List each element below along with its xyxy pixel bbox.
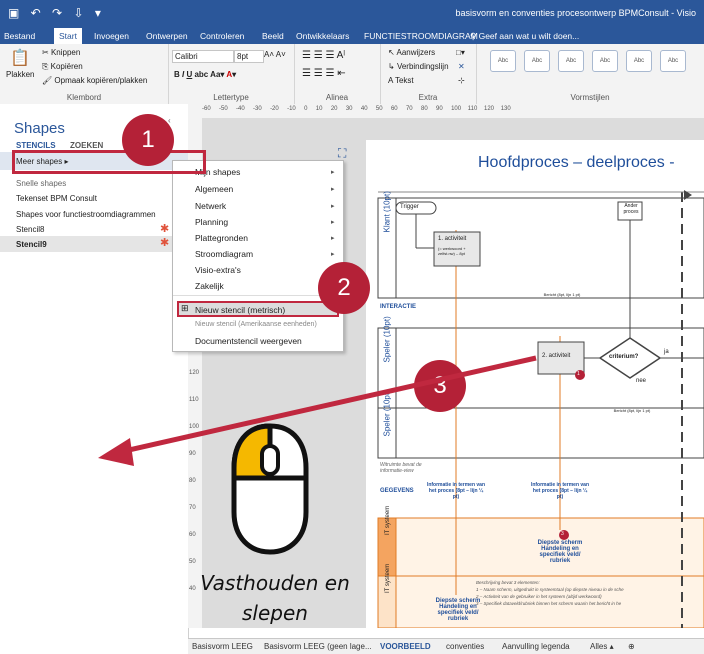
sheet-tab-basisvorm-leeg-2[interactable]: Basisvorm LEEG (geen lage... — [264, 642, 372, 651]
add-sheet-icon[interactable]: ⊕ — [628, 642, 635, 651]
sheet-tab-conventies[interactable]: conventies — [446, 642, 484, 651]
sheet-tab-basisvorm-leeg[interactable]: Basisvorm LEEG — [192, 642, 253, 651]
sheet-tab-aanvulling[interactable]: Aanvulling legenda — [502, 642, 570, 651]
drag-arrow-line — [119, 355, 537, 455]
drag-caption-line-1: Vasthouden en — [200, 571, 350, 595]
drag-arrow — [98, 355, 537, 466]
drag-arrow-head — [98, 438, 134, 466]
sheet-tabs-bar: Basisvorm LEEG Basisvorm LEEG (geen lage… — [188, 638, 704, 654]
drag-caption-line-2: slepen — [242, 601, 308, 625]
sheet-tab-voorbeeld[interactable]: VOORBEELD — [380, 642, 431, 651]
mouse-icon — [231, 423, 309, 555]
sheet-tab-alles[interactable]: Alles ▴ — [590, 642, 614, 651]
drag-caption: Vasthouden en slepen — [190, 568, 360, 628]
